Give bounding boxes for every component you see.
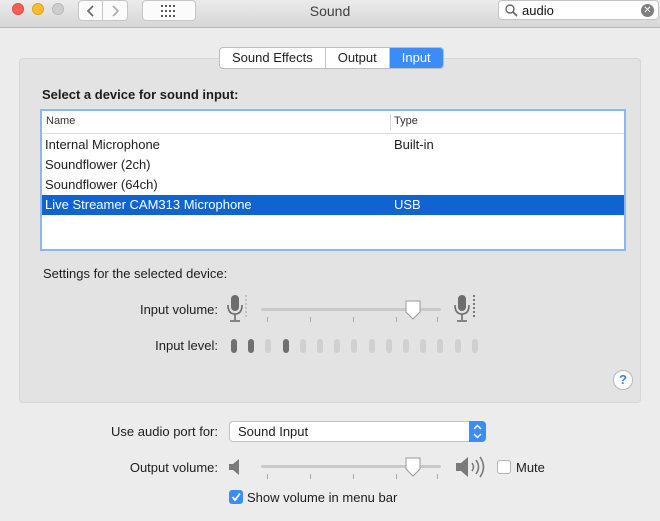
level-segment bbox=[437, 339, 444, 353]
clear-search-icon[interactable]: ✕ bbox=[641, 4, 654, 17]
search-icon bbox=[505, 4, 518, 17]
audio-port-label: Use audio port for: bbox=[111, 424, 218, 439]
search-input[interactable]: audio bbox=[522, 3, 554, 18]
device-name: Soundflower (2ch) bbox=[45, 157, 151, 172]
table-row[interactable]: Internal Microphone Built-in bbox=[42, 135, 624, 155]
help-button[interactable]: ? bbox=[613, 370, 633, 390]
microphone-high-icon bbox=[454, 295, 475, 322]
slider-tick bbox=[310, 474, 311, 479]
settings-label: Settings for the selected device: bbox=[43, 266, 228, 281]
slider-tick bbox=[353, 317, 354, 322]
device-name: Live Streamer CAM313 Microphone bbox=[45, 197, 252, 212]
level-segment bbox=[317, 339, 323, 353]
audio-port-value: Sound Input bbox=[238, 424, 309, 439]
level-segment bbox=[265, 339, 272, 353]
slider-tick bbox=[310, 317, 311, 322]
tab-sound-effects[interactable]: Sound Effects bbox=[220, 48, 326, 68]
table-row-selected[interactable]: Live Streamer CAM313 Microphone USB bbox=[42, 195, 624, 215]
mute-label[interactable]: Mute bbox=[516, 460, 545, 475]
slider-tick bbox=[267, 474, 268, 479]
audio-port-select[interactable]: Sound Input bbox=[229, 421, 486, 442]
input-level-meter bbox=[231, 339, 481, 355]
device-type: USB bbox=[394, 197, 421, 212]
select-arrows bbox=[469, 421, 486, 442]
level-segment bbox=[299, 339, 306, 353]
speaker-low-icon bbox=[229, 459, 239, 475]
level-segment bbox=[403, 339, 409, 353]
tab-input[interactable]: Input bbox=[389, 48, 443, 68]
column-divider bbox=[390, 114, 391, 130]
table-row[interactable]: Soundflower (2ch) bbox=[42, 155, 624, 175]
mute-checkbox[interactable] bbox=[497, 460, 511, 474]
level-segment bbox=[351, 339, 358, 353]
column-header-type[interactable]: Type bbox=[394, 115, 418, 127]
chevron-up-down-icon bbox=[473, 424, 482, 439]
input-volume-label: Input volume: bbox=[139, 302, 218, 317]
level-segment bbox=[420, 339, 427, 353]
device-list-heading: Select a device for sound input: bbox=[42, 87, 239, 102]
tab-output[interactable]: Output bbox=[326, 48, 390, 68]
device-name: Internal Microphone bbox=[45, 137, 160, 152]
level-segment bbox=[471, 339, 478, 353]
speaker-high-icon bbox=[456, 456, 485, 478]
level-segment bbox=[385, 339, 392, 353]
slider-tick bbox=[353, 474, 354, 479]
input-volume-slider[interactable] bbox=[261, 300, 441, 326]
slider-tick bbox=[437, 317, 438, 322]
slider-tick bbox=[396, 317, 397, 322]
level-segment bbox=[282, 339, 289, 353]
checkmark-icon bbox=[231, 492, 241, 502]
table-header: Name Type bbox=[42, 111, 624, 134]
microphone-low-icon bbox=[227, 295, 247, 322]
show-volume-menu-bar-label[interactable]: Show volume in menu bar bbox=[247, 490, 397, 505]
slider-tick bbox=[267, 317, 268, 322]
tab-bar: Sound Effects Output Input bbox=[219, 47, 444, 69]
slider-tick bbox=[437, 474, 438, 479]
show-volume-menu-bar-checkbox[interactable] bbox=[229, 490, 243, 504]
device-type: Built-in bbox=[394, 137, 434, 152]
slider-thumb[interactable] bbox=[405, 300, 421, 320]
input-level-label: Input level: bbox=[155, 338, 218, 353]
input-device-table[interactable]: Name Type Internal Microphone Built-in S… bbox=[40, 109, 626, 251]
slider-thumb[interactable] bbox=[405, 457, 421, 477]
output-volume-slider[interactable] bbox=[261, 457, 441, 483]
table-row[interactable]: Soundflower (64ch) bbox=[42, 175, 624, 195]
level-segment bbox=[454, 339, 461, 353]
search-field[interactable]: audio ✕ bbox=[498, 0, 659, 20]
level-segment bbox=[368, 339, 375, 353]
column-header-name[interactable]: Name bbox=[46, 115, 75, 127]
level-segment bbox=[231, 339, 237, 353]
level-segment bbox=[334, 339, 341, 353]
slider-tick bbox=[396, 474, 397, 479]
level-segment bbox=[248, 339, 255, 353]
device-name: Soundflower (64ch) bbox=[45, 177, 158, 192]
output-volume-label: Output volume: bbox=[129, 460, 218, 475]
